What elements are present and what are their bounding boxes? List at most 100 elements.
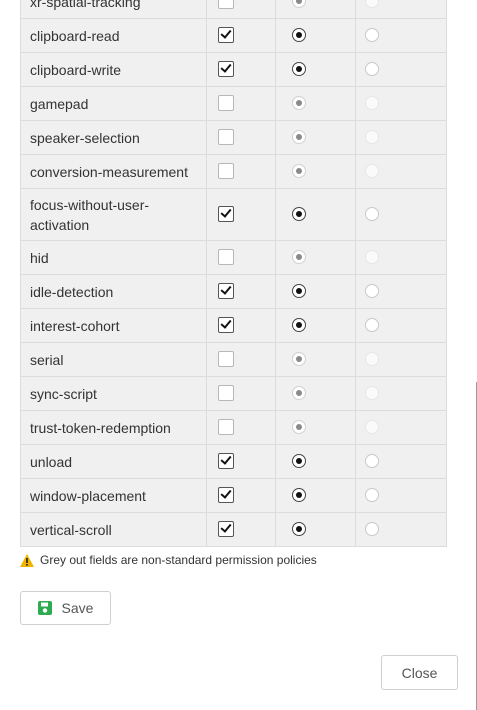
permission-radio-option-1[interactable] [292,61,306,76]
legend-note-text: Grey out fields are non-standard permiss… [40,553,317,567]
permission-radio-option-1[interactable] [292,0,306,8]
radio-cell-selected [275,154,356,189]
warning-icon [20,553,34,567]
permission-radio-option-2[interactable] [365,453,379,468]
radio-cell-selected [275,376,356,411]
table-row: idle-detection [20,274,447,309]
legend-note: Grey out fields are non-standard permiss… [20,553,317,567]
permission-radio-option-1[interactable] [292,206,306,221]
permission-radio-option-2[interactable] [365,27,379,42]
permission-radio-option-1[interactable] [292,95,306,110]
permission-radio-option-2[interactable] [365,521,379,536]
permission-checkbox[interactable] [218,205,234,222]
permission-checkbox-cell [206,274,276,309]
permission-radio-option-1[interactable] [292,521,306,536]
radio-cell-selected [275,52,356,87]
radio-cell-selected [275,120,356,155]
permission-name: idle-detection [20,274,207,309]
permission-radio-option-2[interactable] [365,249,379,264]
permission-checkbox[interactable] [218,94,234,111]
table-row: window-placement [20,478,447,513]
permission-radio-option-2[interactable] [365,129,379,144]
permission-name: gamepad [20,86,207,121]
permission-radio-option-2[interactable] [365,283,379,298]
permission-radio-option-2[interactable] [365,419,379,434]
permission-radio-option-2[interactable] [365,95,379,110]
permission-radio-option-1[interactable] [292,385,306,400]
permission-radio-option-1[interactable] [292,163,306,178]
radio-cell-unselected [355,240,447,275]
permission-name: sync-script [20,376,207,411]
radio-cell-selected [275,478,356,513]
permissions-table-body: xr-spatial-tracking clipboard-read clipboa… [20,0,447,547]
permission-radio-option-2[interactable] [365,385,379,400]
permission-checkbox[interactable] [218,0,234,9]
permission-radio-option-2[interactable] [365,163,379,178]
permission-radio-option-2[interactable] [365,317,379,332]
permission-radio-option-1[interactable] [292,129,306,144]
permission-radio-option-2[interactable] [365,61,379,76]
permission-checkbox[interactable] [218,128,234,145]
permission-radio-option-1[interactable] [292,27,306,42]
table-row: interest-cohort [20,308,447,343]
radio-cell-unselected [355,444,447,479]
permission-checkbox[interactable] [218,486,234,503]
permission-radio-option-2[interactable] [365,351,379,366]
permission-radio-option-2[interactable] [365,487,379,502]
permission-checkbox[interactable] [218,452,234,469]
radio-cell-selected [275,512,356,547]
permission-name: serial [20,342,207,377]
permission-checkbox-cell [206,478,276,513]
permission-name: hid [20,240,207,275]
radio-cell-selected [275,410,356,445]
permission-checkbox-cell [206,342,276,377]
radio-cell-unselected [355,410,447,445]
permission-radio-option-1[interactable] [292,419,306,434]
permission-name: xr-spatial-tracking [20,0,207,19]
table-row: sync-script [20,376,447,411]
permission-radio-option-1[interactable] [292,283,306,298]
permission-radio-option-1[interactable] [292,317,306,332]
permission-checkbox[interactable] [218,26,234,43]
permission-checkbox-cell [206,154,276,189]
radio-cell-selected [275,240,356,275]
close-button[interactable]: Close [381,655,458,690]
permission-checkbox[interactable] [218,248,234,265]
table-row: clipboard-read [20,18,447,53]
permission-checkbox-cell [206,308,276,343]
permission-checkbox-cell [206,86,276,121]
table-row: trust-token-redemption [20,410,447,445]
permission-radio-option-2[interactable] [365,206,379,221]
table-row: xr-spatial-tracking [20,0,447,19]
close-button-label: Close [401,664,438,681]
permission-checkbox[interactable] [218,282,234,299]
permission-checkbox[interactable] [218,60,234,77]
save-button[interactable]: Save [20,591,111,625]
permission-checkbox-cell [206,410,276,445]
permission-checkbox[interactable] [218,418,234,435]
permission-checkbox-cell [206,512,276,547]
permission-checkbox-cell [206,52,276,87]
permission-checkbox-cell [206,240,276,275]
permission-checkbox[interactable] [218,162,234,179]
permission-radio-option-2[interactable] [365,0,379,8]
permission-checkbox[interactable] [218,350,234,367]
radio-cell-selected [275,18,356,53]
permission-radio-option-1[interactable] [292,453,306,468]
table-row: focus-without-user-activation [20,188,447,241]
permission-radio-option-1[interactable] [292,351,306,366]
table-row: serial [20,342,447,377]
permission-radio-option-1[interactable] [292,487,306,502]
table-row: conversion-measurement [20,154,447,189]
save-button-label: Save [61,600,94,616]
permission-checkbox[interactable] [218,316,234,333]
radio-cell-selected [275,444,356,479]
radio-cell-unselected [355,308,447,343]
permission-radio-option-1[interactable] [292,249,306,264]
table-row: speaker-selection [20,120,447,155]
permission-checkbox[interactable] [218,520,234,537]
permission-name: speaker-selection [20,120,207,155]
permission-name: trust-token-redemption [20,410,207,445]
radio-cell-unselected [355,274,447,309]
permission-checkbox[interactable] [218,384,234,401]
